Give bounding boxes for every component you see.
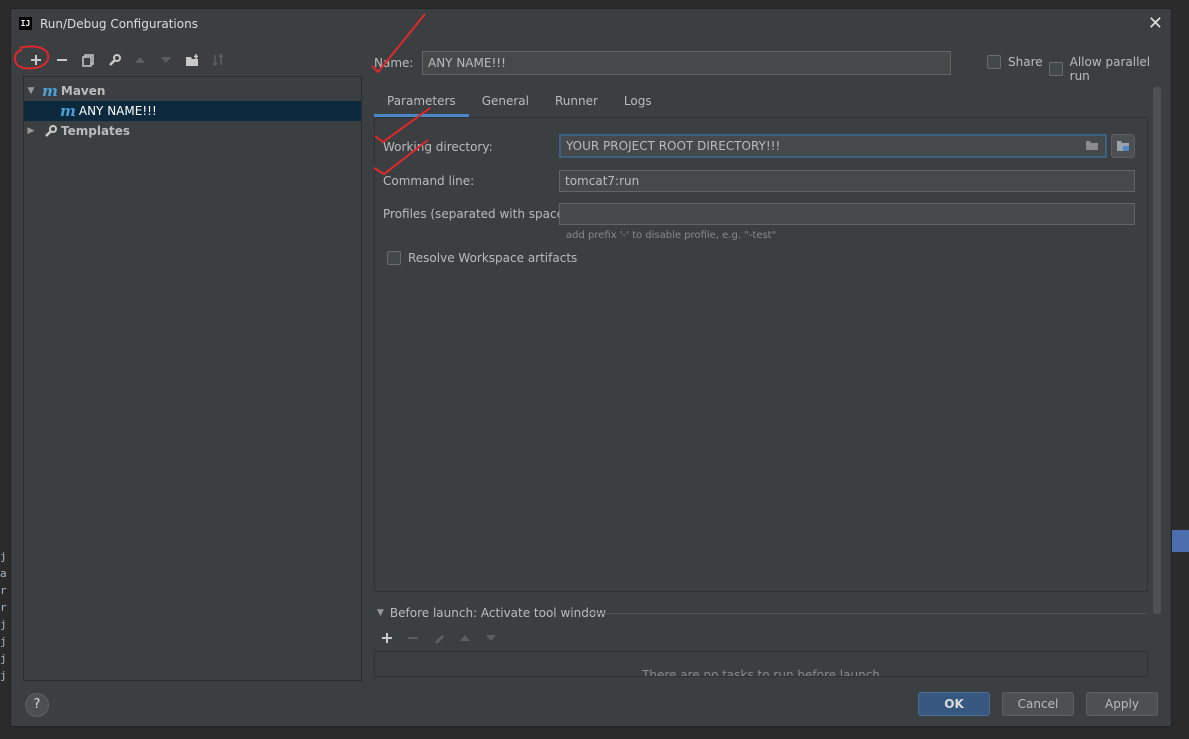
dialog-title: Run/Debug Configurations [40,17,198,31]
config-tree: ▼ m Maven m ANY NAME!!! ▶ Templates [23,76,362,681]
command-line-label: Command line: [383,174,475,188]
tree-item-maven[interactable]: ▼ m Maven [24,81,361,101]
run-debug-dialog: IJ Run/Debug Configurations ✕ ▼ m Maven … [10,8,1172,727]
wrench-icon[interactable] [103,49,125,71]
close-icon[interactable]: ✕ [1148,13,1163,34]
wrench-icon [44,124,57,138]
tree-item-label: ANY NAME!!! [78,104,157,118]
maven-icon: m [60,102,76,120]
move-up-icon[interactable] [129,49,151,71]
vertical-scrollbar[interactable] [1153,87,1161,614]
divider [586,613,1146,614]
profiles-input[interactable] [559,203,1135,225]
chevron-down-icon[interactable]: ▼ [24,86,38,96]
checkbox-box[interactable] [387,251,401,265]
maven-icon: m [42,82,58,100]
tab-bar: Parameters General Runner Logs [374,87,665,117]
cancel-button[interactable]: Cancel [1002,692,1074,716]
app-icon: IJ [19,17,32,30]
tree-item-label: Templates [61,124,131,138]
config-toolbar [25,49,229,71]
checkbox-box[interactable] [1049,62,1063,76]
chevron-down-icon[interactable]: ▼ [377,608,384,618]
move-down-icon[interactable] [155,49,177,71]
share-label: Share [1008,55,1043,69]
tree-item-templates[interactable]: ▶ Templates [24,121,361,141]
bg-text: r [0,584,7,597]
ok-button[interactable]: OK [918,692,990,716]
tab-general[interactable]: General [469,87,542,117]
folder-macro-icon [1117,141,1129,151]
tab-logs[interactable]: Logs [611,87,665,117]
tab-parameters[interactable]: Parameters [374,87,469,117]
tab-runner[interactable]: Runner [542,87,611,117]
bg-text: j [0,669,7,682]
checkbox-box[interactable] [987,55,1001,69]
before-launch-list: There are no tasks to run before launch [374,651,1148,677]
profiles-label: Profiles (separated with space): [383,207,573,221]
share-checkbox[interactable]: Share [987,55,1043,69]
apply-button[interactable]: Apply [1086,692,1158,716]
bg-text: j [0,635,7,648]
edit-icon[interactable] [429,628,449,648]
add-icon[interactable] [377,628,397,648]
bg-text: r [0,601,7,614]
working-directory-field[interactable]: YOUR PROJECT ROOT DIRECTORY!!! [559,134,1107,158]
before-launch-toolbar [377,628,501,648]
copy-icon[interactable] [77,49,99,71]
add-icon[interactable] [25,49,47,71]
move-down-icon[interactable] [481,628,501,648]
resolve-workspace-checkbox[interactable]: Resolve Workspace artifacts [387,251,577,265]
profiles-hint: add prefix '-' to disable profile, e.g. … [566,230,777,241]
before-launch-empty-text: There are no tasks to run before launch [642,668,880,677]
bg-text: a [0,567,7,580]
folder-icon[interactable] [1085,139,1099,154]
working-directory-value: YOUR PROJECT ROOT DIRECTORY!!! [566,139,781,153]
bg-text: j [0,550,7,563]
tree-item-label: Maven [60,84,106,98]
remove-icon[interactable] [403,628,423,648]
tree-item-config[interactable]: m ANY NAME!!! [24,101,361,121]
browse-macro-button[interactable] [1111,134,1135,158]
chevron-right-icon[interactable]: ▶ [24,126,38,136]
command-line-input[interactable] [559,170,1135,192]
bg-text: j [0,652,7,665]
remove-icon[interactable] [51,49,73,71]
help-button[interactable]: ? [25,693,49,717]
allow-parallel-checkbox[interactable]: Allow parallel run [1049,55,1171,83]
sort-icon[interactable] [207,49,229,71]
name-label: Name: [374,56,414,70]
new-folder-icon[interactable] [181,49,203,71]
before-launch-header[interactable]: ▼ Before launch: Activate tool window [377,606,606,620]
bg-text: j [0,618,7,631]
move-up-icon[interactable] [455,628,475,648]
title-bar: IJ Run/Debug Configurations ✕ [11,9,1171,39]
resolve-workspace-label: Resolve Workspace artifacts [408,251,578,265]
background-ide-highlight [1172,530,1189,552]
name-input[interactable] [422,51,951,75]
working-directory-label: Working directory: [383,140,493,154]
before-launch-label: Before launch: Activate tool window [389,606,606,620]
allow-parallel-label: Allow parallel run [1069,55,1151,83]
parameters-panel: Working directory: YOUR PROJECT ROOT DIR… [374,117,1148,592]
